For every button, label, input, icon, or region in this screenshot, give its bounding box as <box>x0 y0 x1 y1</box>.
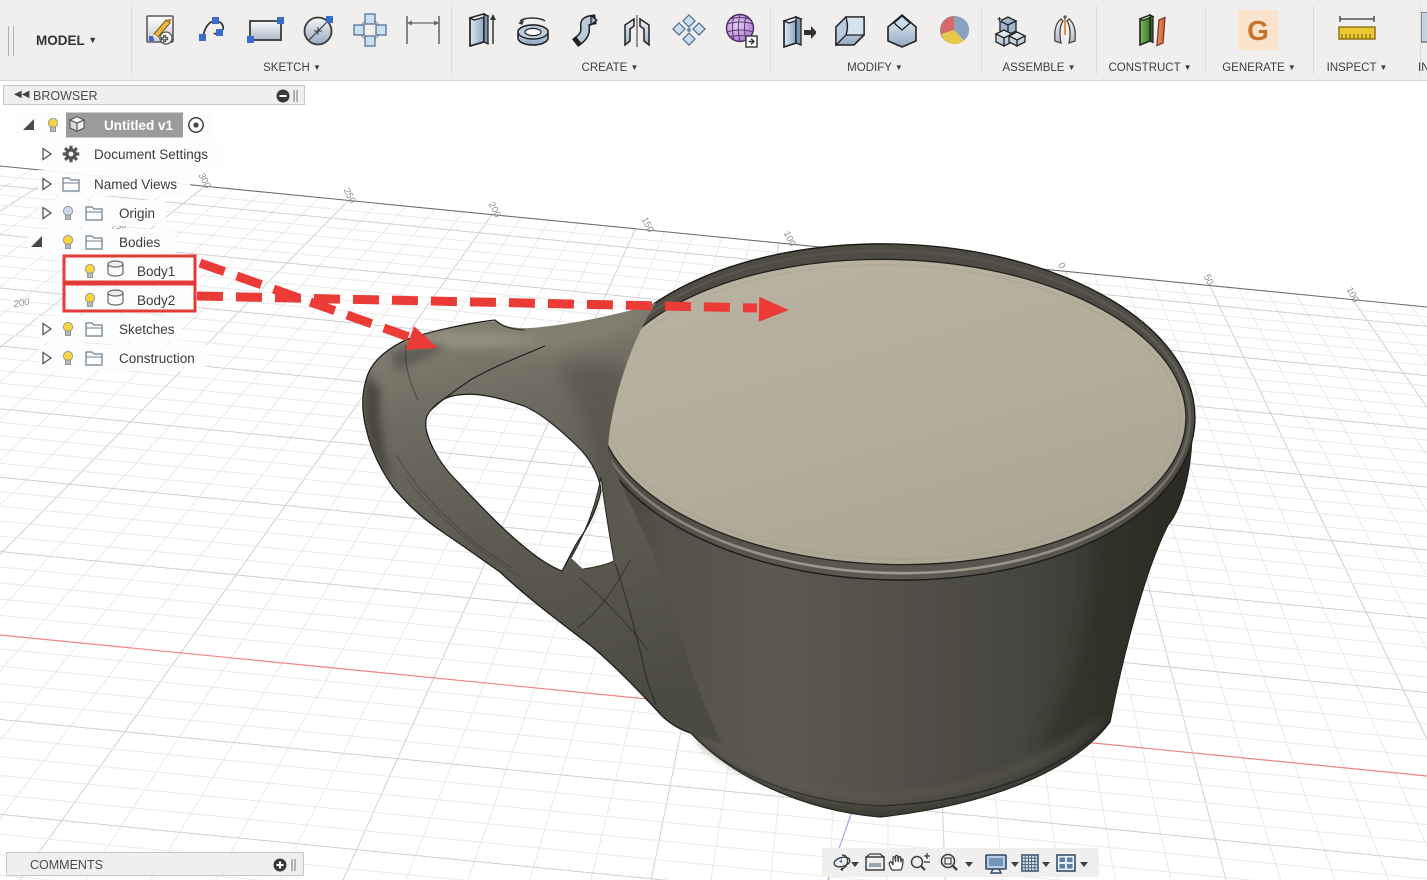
svg-text:G: G <box>1247 15 1269 46</box>
